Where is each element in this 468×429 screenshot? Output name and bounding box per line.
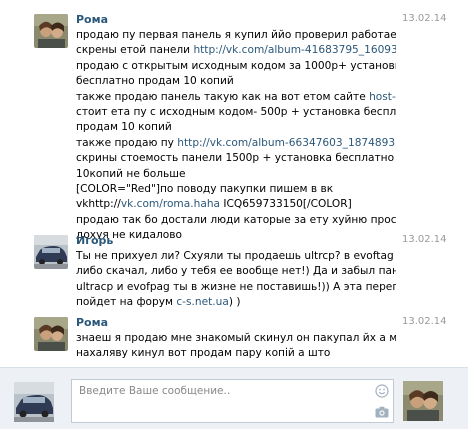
message-line: 10копий не больше [76, 167, 396, 182]
message-text-fragment: Ты не прихуел ли? Схуяли ты продаешь ult… [76, 250, 396, 262]
peer-avatar[interactable] [403, 381, 443, 421]
message-text-fragment: продаю пу первая панель я купил ййо пров… [76, 29, 396, 41]
message-composer [0, 367, 468, 429]
message-feed[interactable]: Рома 13.02.14 продаю пу первая панель я … [0, 0, 468, 367]
message-author[interactable]: Игорь [76, 234, 113, 247]
message-line: скрены етой панели http://vk.com/album-4… [76, 43, 396, 58]
message-line: Ты не прихуел ли? Схуяли ты продаешь ult… [76, 249, 396, 264]
message-input[interactable] [72, 380, 372, 422]
avatar[interactable] [34, 235, 68, 269]
message-line: также продаю панель такую как на вот ето… [76, 90, 396, 105]
message-line: [COLOR="Red"]по поводу пакупки пишем в в… [76, 182, 396, 197]
message-text-fragment: [COLOR="Red"]по поводу пакупки пишем в в… [76, 183, 334, 196]
camera-icon[interactable] [375, 406, 389, 418]
message-date: 13.02.14 [402, 13, 447, 24]
message-text-fragment: vkhttp:// [76, 198, 121, 211]
avatar[interactable] [34, 14, 68, 48]
message-text-fragment: продам 10 копий [76, 121, 172, 134]
message-text-fragment: знаеш я продаю мне знакомый скинул он па… [76, 332, 396, 344]
message-text-fragment: скрины стоемость панели 1500р + установк… [76, 152, 396, 165]
message-line: продаю так бо достали люди каторые за ет… [76, 213, 396, 228]
message-text: продаю пу первая панель я купил ййо пров… [76, 28, 396, 239]
message-text-fragment: продаю так бо достали люди каторые за ет… [76, 213, 396, 226]
message-item: Рома 13.02.14 продаю пу первая панель я … [0, 0, 468, 239]
message-text-fragment: ICQ659733150[/COLOR] [220, 198, 352, 211]
message-text-fragment: также продаю панель такую как на вот ето… [76, 90, 370, 103]
my-avatar[interactable] [14, 382, 54, 422]
message-text: знаеш я продаю мне знакомый скинул он па… [76, 331, 396, 362]
message-text-fragment: стоит ета пу с исходным кодом- 500р + ус… [76, 106, 396, 119]
message-text-fragment: ) ) [228, 296, 241, 309]
message-date: 13.02.14 [402, 234, 447, 245]
message-line: vkhttp://vk.com/roma.haha ICQ659733150[/… [76, 197, 396, 212]
message-line: скрины стоемость панели 1500р + установк… [76, 151, 396, 166]
message-author[interactable]: Рома [76, 316, 108, 329]
message-text-fragment: пойдет на форум [76, 296, 177, 309]
smile-icon[interactable] [375, 384, 389, 398]
message-text-fragment: также продаю пу [76, 136, 178, 149]
message-date: 13.02.14 [402, 316, 447, 327]
message-line: либо скачал, либо у тебя ее вообще нет!)… [76, 264, 396, 279]
avatar[interactable] [34, 317, 68, 351]
message-text-fragment: 10копий не больше [76, 167, 186, 180]
message-line: продам 10 копий [76, 120, 396, 135]
message-input-box [71, 379, 394, 423]
message-text-fragment: либо скачал, либо у тебя ее вообще нет!)… [76, 265, 396, 278]
message-text-fragment: продаю с открытым исходным кодом за 1000… [76, 59, 396, 72]
message-line: пойдет на форум c-s.net.ua) ) [76, 295, 396, 310]
message-link[interactable]: http://vk.com/album-66347603_187489331 [177, 137, 396, 149]
message-link[interactable]: c-s.net.ua [176, 296, 229, 308]
message-line: продаю с открытым исходным кодом за 1000… [76, 59, 396, 74]
message-line: нахаляву кинул вот продам пару копій а ш… [76, 346, 396, 361]
message-text-fragment: ultracp и evofpag ты в жизне не поставиш… [76, 280, 396, 293]
message-line: продаю пу первая панель я купил ййо пров… [76, 28, 396, 43]
message-text-fragment: скрены етой панели [76, 44, 194, 57]
message-author[interactable]: Рома [76, 13, 108, 26]
message-link[interactable]: vk.com/roma.haha [121, 198, 220, 210]
message-link[interactable]: host-good.ru [369, 91, 396, 103]
message-line: бесплатно продам 10 копий [76, 74, 396, 89]
message-line: дохуя не кидалово [76, 228, 396, 239]
message-text-fragment: нахаляву кинул вот продам пару копій а ш… [76, 347, 331, 360]
message-line: стоит ета пу с исходным кодом- 500р + ус… [76, 105, 396, 120]
message-text: Ты не прихуел ли? Схуяли ты продаешь ult… [76, 249, 396, 311]
message-line: ultracp и evofpag ты в жизне не поставиш… [76, 280, 396, 295]
message-link[interactable]: http://vk.com/album-41683795_160930729 [193, 44, 396, 56]
message-text-fragment: бесплатно продам 10 копий [76, 75, 234, 88]
message-line: также продаю пу http://vk.com/album-6634… [76, 136, 396, 151]
message-line: знаеш я продаю мне знакомый скинул он па… [76, 331, 396, 346]
